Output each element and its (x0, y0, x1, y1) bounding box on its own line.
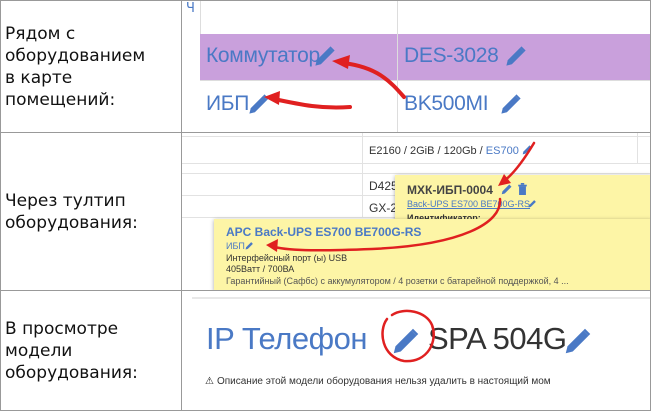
equipment-model-link[interactable]: DES-3028 (404, 44, 499, 68)
tooltip-model-title: APC Back-UPS ES700 BE700G-RS (226, 225, 422, 239)
grid-line (397, 34, 398, 132)
header-char: Ч (186, 1, 195, 17)
room-map-header: Ч (183, 1, 650, 34)
trash-icon[interactable] (517, 183, 528, 195)
row-label-room-map: Рядом с оборудованием в карте помещений: (0, 0, 182, 133)
table-row: Через тултип оборудования: E2160 / 2GiB … (0, 132, 651, 291)
pencil-icon[interactable] (500, 93, 522, 115)
screenshot-tooltip: E2160 / 2GiB / 120Gb / ES700 D425 GX-21 … (181, 132, 651, 291)
tooltip-spec-line: 405Ватт / 700ВА (226, 264, 295, 274)
pencil-icon[interactable] (314, 45, 336, 67)
model-name-title: SPA 504G (428, 321, 567, 356)
equipment-type-switch-link[interactable]: Коммутатор (206, 44, 320, 68)
tooltip-title[interactable]: МХК-ИБП-0004 (407, 183, 493, 197)
row-label-tooltip: Через тултип оборудования: (0, 132, 182, 291)
grid-line (182, 173, 650, 174)
pencil-icon[interactable] (501, 183, 513, 195)
warning-text: Описание этой модели оборудования нельзя… (216, 376, 551, 387)
model-view-screenshot: IP Телефон SPA 504G ⚠ Описание этой модел… (182, 291, 650, 410)
specs-text: E2160 / 2GiB / 120Gb / (369, 145, 486, 157)
table-row: Рядом с оборудованием в карте помещений:… (0, 0, 651, 133)
tooltip-model-link[interactable]: Back-UPS ES700 BE700G-RS (407, 199, 530, 209)
table-row: В просмотре модели оборудования: IP Теле… (0, 290, 651, 411)
instruction-table: Рядом с оборудованием в карте помещений:… (0, 0, 651, 411)
computer-specs: E2160 / 2GiB / 120Gb / ES700 (369, 144, 533, 157)
pencil-icon[interactable] (505, 45, 527, 67)
model-tooltip-large: APC Back-UPS ES700 BE700G-RS ИБП Интерфе… (214, 219, 650, 290)
grid-line (200, 1, 201, 34)
model-type-title[interactable]: IP Телефон (206, 321, 367, 357)
equipment-type-ups-link[interactable]: ИБП (206, 92, 249, 116)
grid-line (397, 1, 398, 34)
pencil-icon[interactable] (564, 327, 592, 355)
ups-model-link[interactable]: ES700 (486, 145, 519, 157)
tooltip-spec-line: Интерфейсный порт (ы) USB (226, 253, 348, 263)
room-map-screenshot: Ч Коммутатор DES-3028 ИБП BK500MI (182, 1, 650, 132)
tooltip-spec-line: Гарантийный (Сафбс) с аккумулятором / 4 … (226, 276, 569, 286)
warning-icon: ⚠ (205, 376, 214, 387)
grid-line (200, 80, 650, 81)
pencil-icon[interactable] (245, 241, 254, 250)
screenshot-model-view: IP Телефон SPA 504G ⚠ Описание этой модел… (181, 290, 651, 411)
grid-line (182, 163, 650, 164)
grid-line (182, 136, 650, 137)
row-label-model-view: В просмотре модели оборудования: (0, 290, 182, 411)
equipment-model-link[interactable]: BK500MI (404, 92, 489, 116)
grid-line (362, 133, 363, 217)
pencil-icon[interactable] (248, 93, 270, 115)
pencil-icon[interactable] (528, 199, 537, 208)
tooltip-screenshot: E2160 / 2GiB / 120Gb / ES700 D425 GX-21 … (182, 133, 650, 290)
tooltip-type-link[interactable]: ИБП (226, 241, 245, 251)
pencil-icon[interactable] (392, 327, 420, 355)
warning-message: ⚠ Описание этой модели оборудования нельз… (205, 376, 551, 387)
grid-line (637, 133, 638, 163)
screenshot-room-map: Ч Коммутатор DES-3028 ИБП BK500MI (181, 0, 651, 133)
divider (192, 297, 650, 299)
row-text: D425 (369, 179, 398, 193)
pencil-icon[interactable] (522, 144, 533, 155)
